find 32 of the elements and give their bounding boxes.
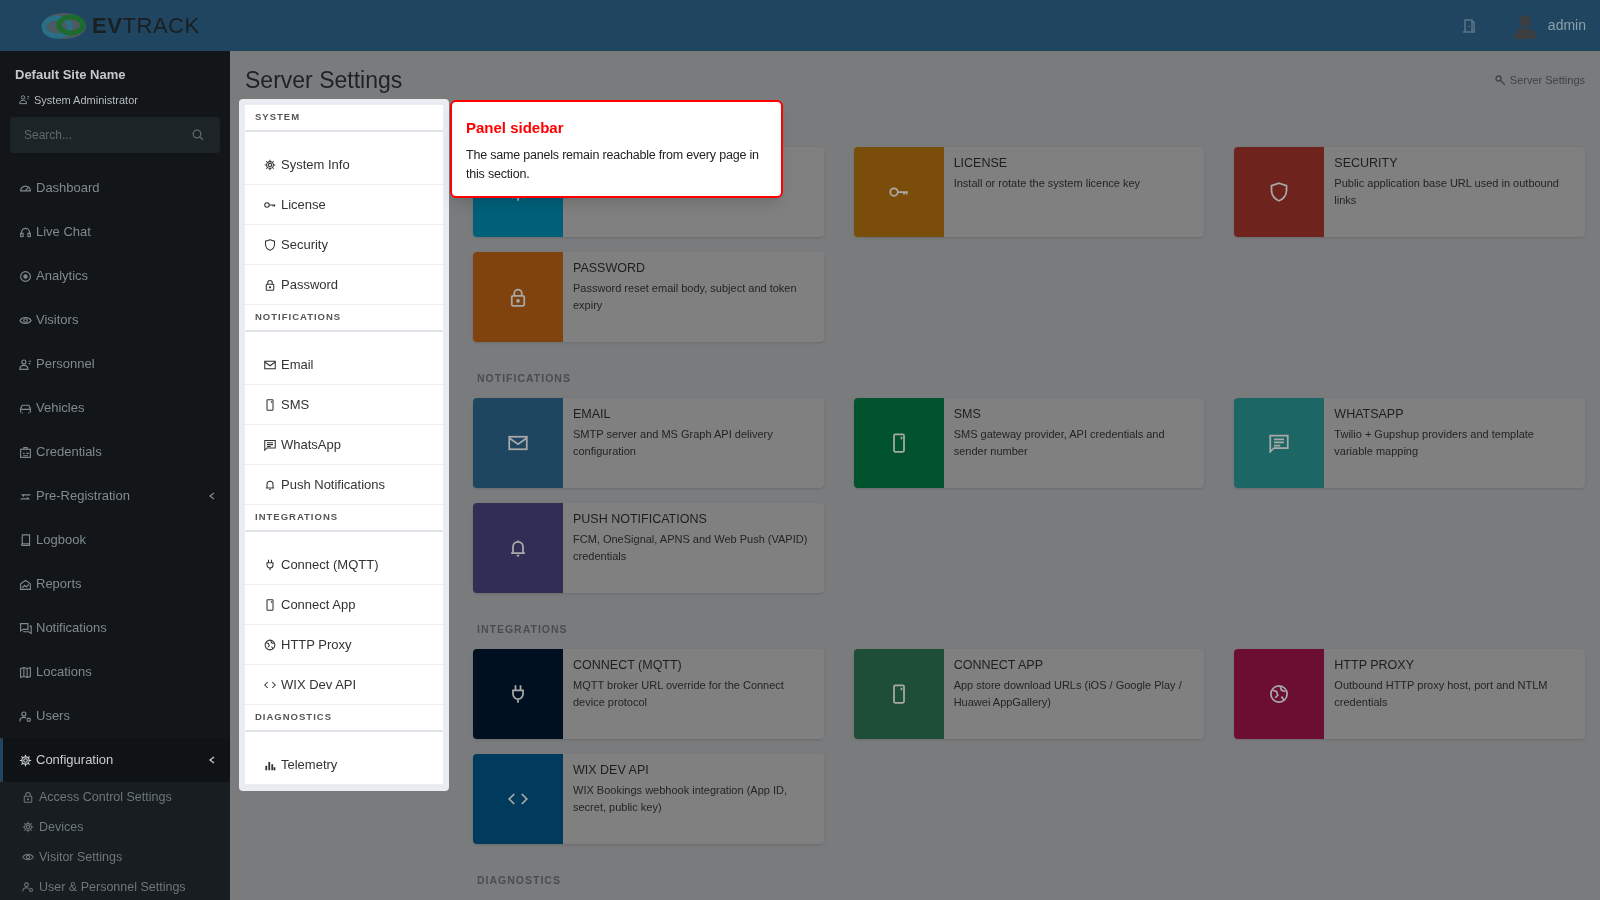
card-description: Install or rotate the system licence key <box>953 175 1142 191</box>
page-title: Server Settings <box>245 65 403 95</box>
card-description: SMS gateway provider, API credentials and sender number <box>953 426 1166 459</box>
panel-section-title: DIAGNOSTICS <box>245 705 443 732</box>
card-title: LICENSE <box>953 155 1009 172</box>
card-title: PASSWORD <box>573 260 646 277</box>
site-name: Default Site Name <box>15 66 127 84</box>
card-title: SMS <box>953 406 982 423</box>
card-title: SECURITY <box>1334 155 1399 172</box>
card-description: Twilio + Gupshup providers and template variable mapping <box>1334 426 1535 459</box>
card-title: WIX DEV API <box>573 762 650 779</box>
panel-section-title: NOTIFICATIONS <box>245 305 443 332</box>
card-title: EMAIL <box>573 406 612 423</box>
card-description: Password reset email body, subject and token expiry <box>573 280 798 313</box>
card-title: HTTP PROXY <box>1334 657 1415 674</box>
card-title: WHATSAPP <box>1334 406 1405 423</box>
card-title: CONNECT APP <box>953 657 1045 674</box>
card-description: App store download URLs (iOS / Google Play / Huawei AppGallery) <box>953 677 1183 710</box>
tooltip-title: Panel sidebar <box>466 118 565 138</box>
user-role: System Administrator <box>34 92 138 108</box>
card-description: WIX Bookings webhook integration (App ID, secret, public key) <box>573 782 788 815</box>
tooltip-text: The same panels remain reachable from every page in this section. <box>466 146 760 183</box>
panel-section-title: SYSTEM <box>245 105 443 132</box>
card-description: Outbound HTTP proxy host, port and NTLM credentials <box>1334 677 1549 710</box>
panel-section-title: INTEGRATIONS <box>245 505 443 532</box>
logo-text: EVTRACK <box>92 12 200 40</box>
card-title: PUSH NOTIFICATIONS <box>573 511 708 528</box>
card-description: SMTP server and MS Graph API delivery configuration <box>573 426 774 459</box>
card-description: MQTT broker URL override for the Connect device protocol <box>573 677 785 710</box>
card-description: Public application base URL used in outbound links <box>1334 175 1560 208</box>
card-description: FCM, OneSignal, APNS and Web Push (VAPID) credentials <box>573 531 809 564</box>
card-title: CONNECT (MQTT) <box>573 657 683 674</box>
